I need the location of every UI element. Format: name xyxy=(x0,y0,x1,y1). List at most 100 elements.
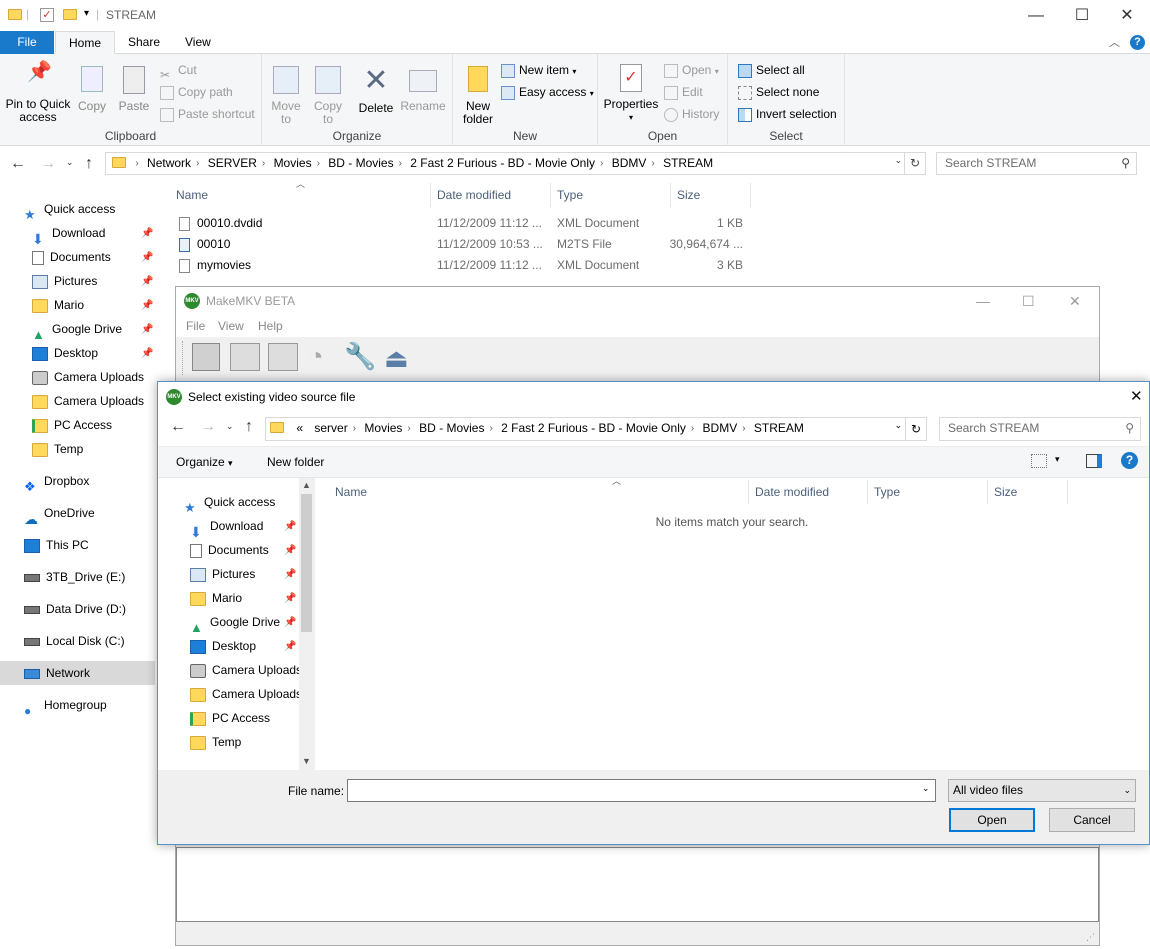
breadcrumb-bdmv[interactable]: BDMV xyxy=(698,418,743,439)
forward-arrow-icon[interactable]: → xyxy=(40,155,56,173)
file-row[interactable]: 00010.dvdid 11/12/2009 11:12 ... XML Doc… xyxy=(175,213,755,234)
organize-button[interactable]: Organize ▾ xyxy=(176,455,233,469)
column-date-modified[interactable]: Date modified xyxy=(749,480,868,504)
settings-wrench-icon[interactable]: 🔧 xyxy=(344,341,376,372)
stream-icon[interactable]: ◔ xyxy=(308,341,324,372)
edit-button[interactable]: Edit xyxy=(664,81,703,103)
nav-camera-uploads-2[interactable]: Camera Uploads xyxy=(32,389,144,413)
nav-download[interactable]: ⬇ Download xyxy=(190,514,263,540)
nav-temp[interactable]: Temp xyxy=(190,730,241,754)
nav-this-pc[interactable]: This PC xyxy=(24,533,89,557)
open-files-icon[interactable] xyxy=(192,343,220,371)
file-row[interactable]: 00010 11/12/2009 10:53 ... M2TS File 30,… xyxy=(175,234,755,255)
column-size[interactable]: Size xyxy=(988,480,1068,504)
pin-to-quick-access-button[interactable]: 📌 Pin to Quick access xyxy=(4,62,72,124)
open-dvd-icon[interactable] xyxy=(230,343,260,371)
breadcrumb-stream[interactable]: STREAM xyxy=(658,153,718,174)
breadcrumb-overflow[interactable]: « xyxy=(293,418,306,439)
refresh-icon[interactable]: ↻ xyxy=(904,152,926,175)
help-icon[interactable]: ? xyxy=(1121,452,1138,469)
column-date-modified[interactable]: Date modified xyxy=(431,183,551,207)
nav-download[interactable]: ⬇ Download xyxy=(32,221,105,247)
view-options-icon[interactable] xyxy=(1031,454,1047,468)
nav-pictures[interactable]: Pictures xyxy=(190,562,255,586)
column-name[interactable]: Name xyxy=(329,480,749,504)
backup-icon[interactable] xyxy=(268,343,298,371)
customize-toolbar-icon[interactable]: ▾ xyxy=(84,8,89,19)
nav-camera-uploads-2[interactable]: Camera Uploads xyxy=(190,682,302,706)
nav-homegroup[interactable]: ● Homegroup xyxy=(24,693,107,718)
nav-mario[interactable]: Mario xyxy=(190,586,242,610)
history-button[interactable]: History xyxy=(664,103,719,125)
recent-locations-icon[interactable]: ⌄ xyxy=(226,421,234,432)
nav-drive-c[interactable]: Local Disk (C:) xyxy=(24,629,125,653)
up-arrow-icon[interactable]: ↑ xyxy=(245,418,253,436)
file-name-input[interactable] xyxy=(347,779,936,802)
address-dropdown-icon[interactable]: ⌄ xyxy=(894,420,902,431)
cut-button[interactable]: ✂ Cut xyxy=(160,59,197,82)
nav-google-drive[interactable]: ▲ Google Drive xyxy=(32,317,122,342)
menu-help[interactable]: Help xyxy=(258,315,283,337)
back-arrow-icon[interactable]: ← xyxy=(10,155,26,173)
scroll-down-icon[interactable]: ▼ xyxy=(302,756,311,766)
nav-temp[interactable]: Temp xyxy=(32,437,83,461)
dialog-search-input[interactable]: Search STREAM ⚲ xyxy=(939,417,1141,441)
back-arrow-icon[interactable]: ← xyxy=(170,418,186,436)
nav-pc-access[interactable]: PC Access xyxy=(32,413,112,437)
open-button[interactable]: Open ▾ xyxy=(664,59,719,81)
invert-selection-button[interactable]: Invert selection xyxy=(738,103,837,125)
close-button[interactable]: ✕ xyxy=(1130,382,1143,412)
nav-network[interactable]: Network xyxy=(0,661,155,685)
close-button[interactable]: ✕ xyxy=(1104,0,1150,31)
delete-button[interactable]: ✕ Delete xyxy=(356,64,396,115)
tab-share[interactable]: Share xyxy=(115,31,173,54)
eject-icon[interactable]: ⏏ xyxy=(384,343,409,374)
dialog-address-field[interactable]: « server › Movies › BD - Movies › 2 Fast 2 … xyxy=(265,417,906,441)
open-button[interactable]: Open xyxy=(949,808,1035,832)
select-all-button[interactable]: Select all xyxy=(738,59,805,81)
tab-home[interactable]: Home xyxy=(55,31,116,54)
new-item-button[interactable]: New item ▾ xyxy=(501,59,576,81)
nav-quick-access[interactable]: ★ Quick access xyxy=(184,490,275,515)
new-folder-button[interactable]: New folder xyxy=(267,455,324,469)
column-type[interactable]: Type xyxy=(868,480,988,504)
nav-desktop[interactable]: Desktop xyxy=(190,634,256,658)
nav-camera-uploads-1[interactable]: Camera Uploads xyxy=(190,658,302,682)
nav-google-drive[interactable]: ▲ Google Drive xyxy=(190,610,280,635)
nav-pictures[interactable]: Pictures xyxy=(32,269,97,293)
breadcrumb-bd-movies[interactable]: BD - Movies xyxy=(323,153,398,174)
refresh-icon[interactable]: ↻ xyxy=(905,417,927,441)
nav-documents[interactable]: Documents xyxy=(32,245,111,269)
nav-camera-uploads-1[interactable]: Camera Uploads xyxy=(32,365,144,389)
column-size[interactable]: Size xyxy=(671,183,751,207)
new-folder-quick-icon[interactable] xyxy=(63,9,77,20)
breadcrumb-bdmv[interactable]: BDMV xyxy=(607,153,652,174)
forward-arrow-icon[interactable]: → xyxy=(200,418,216,436)
properties-check-icon[interactable]: ✓ xyxy=(40,8,54,22)
new-folder-button[interactable]: New folder xyxy=(457,64,499,126)
recent-locations-icon[interactable]: ⌄ xyxy=(66,157,74,168)
tab-file[interactable]: File xyxy=(0,31,54,54)
collapse-ribbon-icon[interactable]: ︿ xyxy=(1109,34,1120,50)
properties-button[interactable]: ✓ Properties ▾ xyxy=(602,64,660,124)
select-none-button[interactable]: Select none xyxy=(738,81,819,103)
menu-view[interactable]: View xyxy=(218,315,244,337)
minimize-button[interactable]: — xyxy=(976,287,990,315)
view-dropdown-icon[interactable]: ▾ xyxy=(1055,454,1060,465)
help-icon[interactable]: ? xyxy=(1130,35,1145,50)
nav-drive-d[interactable]: Data Drive (D:) xyxy=(24,597,126,621)
nav-documents[interactable]: Documents xyxy=(190,538,269,562)
file-name-dropdown-icon[interactable]: ⌄ xyxy=(922,783,930,794)
column-type[interactable]: Type xyxy=(551,183,671,207)
up-arrow-icon[interactable]: ↑ xyxy=(85,155,93,173)
scroll-up-icon[interactable]: ▲ xyxy=(302,480,311,490)
maximize-button[interactable]: ☐ xyxy=(1059,0,1105,31)
breadcrumb-movies[interactable]: Movies xyxy=(359,418,407,439)
copy-to-button[interactable]: Copy to xyxy=(310,64,346,126)
nav-scrollbar[interactable]: ▲ ▼ xyxy=(299,478,315,770)
nav-desktop[interactable]: Desktop xyxy=(32,341,98,365)
cancel-button[interactable]: Cancel xyxy=(1049,808,1135,832)
breadcrumb-server[interactable]: server xyxy=(309,418,352,439)
address-field[interactable]: › Network › SERVER › Movies › BD - Movies › … xyxy=(105,152,905,175)
breadcrumb-movie-folder[interactable]: 2 Fast 2 Furious - BD - Movie Only xyxy=(405,153,600,174)
